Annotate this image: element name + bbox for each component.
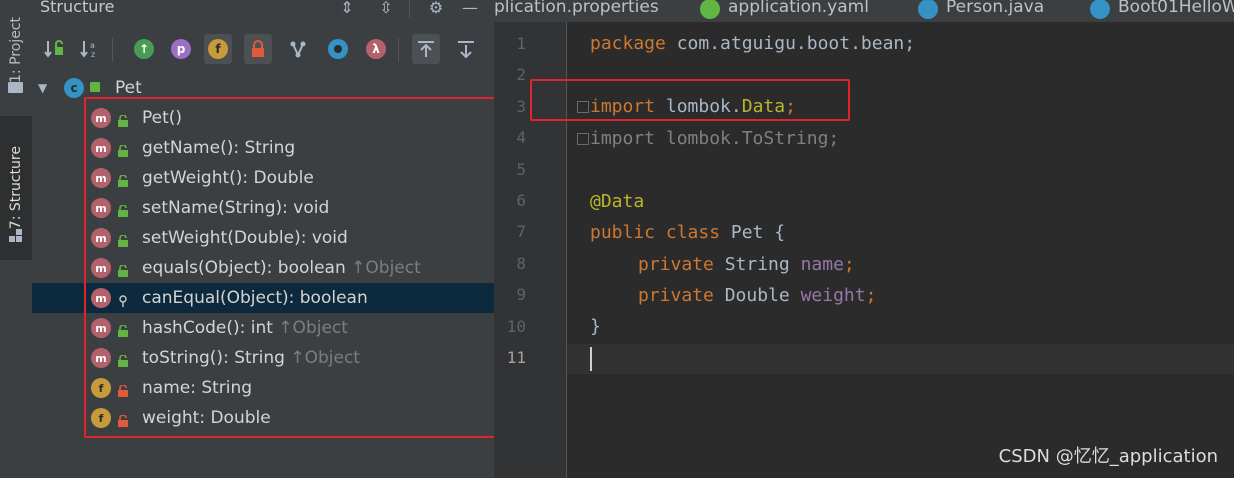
line-number: 4: [516, 128, 526, 148]
svg-text:z: z: [91, 50, 95, 59]
editor-tab-bar: plication.properties application.yaml Pe…: [494, 0, 1234, 22]
autoscroll-from-source-button[interactable]: [452, 34, 480, 64]
show-circle-button[interactable]: [324, 34, 352, 64]
inherited-icon: ↑: [134, 39, 154, 59]
collapse-all-icon[interactable]: ⇳: [375, 0, 397, 17]
structure-panel: Structure ⇕ ⇳ ⚙ — az ↑ p f λ ▼ c Pet m P…: [32, 0, 524, 478]
show-lambdas-button[interactable]: λ: [362, 34, 390, 64]
structure-icon: [9, 228, 23, 242]
line-number: 6: [516, 191, 526, 210]
show-fields-button[interactable]: f: [204, 34, 232, 64]
folder-icon: [8, 82, 23, 93]
line-number: 10: [506, 316, 526, 336]
code-line-7: public class Pet {: [590, 222, 786, 243]
line-number: 1: [516, 34, 526, 53]
autoscroll-to-source-button[interactable]: [412, 34, 440, 64]
code-line-1: package com.atguigu.boot.bean;: [590, 33, 916, 54]
text-caret: [590, 347, 592, 371]
tab-project-label: 1: Project: [8, 17, 24, 83]
line-number: 2: [516, 65, 526, 85]
code-line-6: @Data: [590, 191, 645, 212]
line-number: 9: [516, 285, 526, 305]
autoscroll-from-icon: [458, 41, 474, 59]
tool-window-strip: 1: Project 7: Structure: [0, 0, 33, 478]
show-inherited-button[interactable]: ↑: [130, 34, 158, 64]
property-icon: p: [171, 39, 191, 59]
sort-visibility-icon: [44, 40, 63, 58]
tab-application-properties[interactable]: plication.properties: [494, 0, 659, 17]
class-icon: c: [64, 78, 84, 98]
tab-application-yaml[interactable]: application.yaml: [728, 0, 869, 17]
structure-panel-header: Structure ⇕ ⇳ ⚙ —: [32, 0, 494, 22]
class-file-icon: [1090, 0, 1110, 19]
root-label: Pet: [115, 78, 142, 98]
code-line-4: import lombok.ToString;: [590, 128, 840, 149]
lambda-icon: λ: [366, 39, 386, 59]
structure-toolbar: az ↑ p f λ: [32, 34, 494, 66]
line-number: 7: [516, 222, 526, 242]
autoscroll-to-icon: [418, 41, 434, 57]
line-number: 3: [516, 96, 526, 116]
lock-icon: [252, 40, 264, 57]
line-number: 11: [506, 348, 526, 367]
watermark: CSDN @忆忆_application: [998, 446, 1218, 467]
tab-person-java[interactable]: Person.java: [946, 0, 1044, 17]
tab-boot01-hello[interactable]: Boot01HelloW: [1118, 0, 1234, 17]
spring-icon: [700, 0, 720, 19]
show-non-public-button[interactable]: [244, 34, 272, 64]
toolbar-divider: [112, 38, 113, 62]
fold-end-icon[interactable]: [577, 133, 589, 145]
class-file-icon: [918, 0, 938, 19]
header-divider: [409, 0, 410, 18]
highlight-box-members: [84, 97, 524, 438]
gear-icon[interactable]: ⚙: [425, 0, 447, 17]
current-line-highlight: [567, 344, 1234, 374]
line-number: 5: [516, 159, 526, 179]
expand-arrow-icon[interactable]: ▼: [38, 81, 47, 95]
branch-icon: [290, 41, 306, 58]
hide-icon[interactable]: —: [459, 0, 481, 17]
expand-all-icon[interactable]: ⇕: [336, 0, 358, 17]
code-line-10: }: [590, 316, 601, 337]
code-line-9: private Double weight;: [638, 285, 877, 306]
highlight-box-import: [530, 79, 850, 121]
sort-alphabetically-button[interactable]: az: [76, 34, 104, 64]
panel-title: Structure: [40, 0, 115, 16]
tab-structure-label: 7: Structure: [8, 146, 24, 230]
show-anonymous-button[interactable]: [284, 34, 312, 64]
show-properties-button[interactable]: p: [167, 34, 195, 64]
toolbar-divider: [398, 38, 399, 62]
circle-icon: [328, 39, 348, 59]
code-line-8: private String name;: [638, 254, 855, 275]
public-lock-icon: [90, 82, 100, 92]
sort-alpha-icon: az: [80, 41, 95, 59]
field-icon: f: [208, 39, 228, 59]
line-number: 8: [516, 253, 526, 273]
svg-text:a: a: [90, 41, 95, 50]
sort-by-visibility-button[interactable]: [40, 34, 68, 64]
